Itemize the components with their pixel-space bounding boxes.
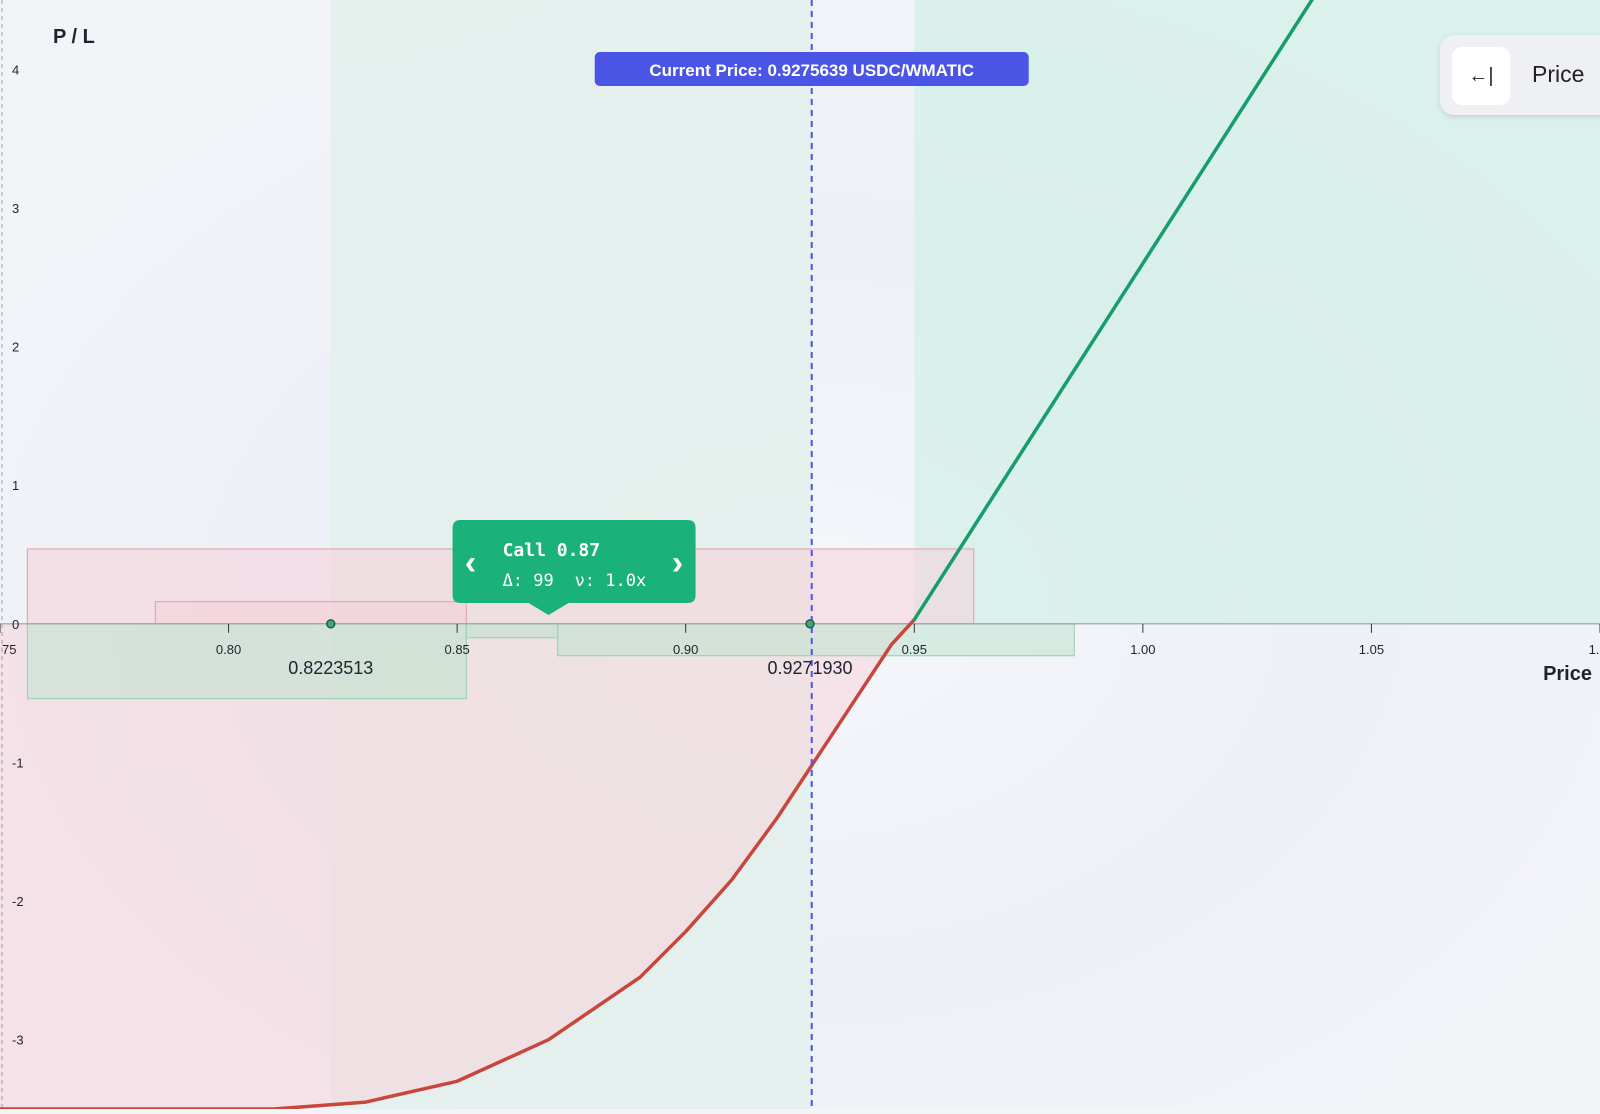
- price-marker-dot: [325, 619, 336, 629]
- y-tick-label: -2: [12, 894, 24, 909]
- arrow-left-bar-icon: ←|: [1468, 64, 1494, 87]
- current-price-label: Current Price: 0.9275639 USDC/WMATIC: [649, 61, 974, 80]
- chevron-right-icon[interactable]: ›: [672, 544, 683, 582]
- x-tick-label: 1.05: [1359, 642, 1384, 657]
- y-tick-label: 2: [12, 340, 19, 355]
- y-tick-label: 4: [12, 62, 19, 77]
- collapse-button[interactable]: ←|: [1452, 47, 1510, 105]
- chevron-left-icon[interactable]: ‹: [465, 544, 476, 582]
- chart-canvas: 75 0.80 0.85 0.90 0.95 1.00 1.05 1.43210-1-2-3 …: [0, 0, 1600, 1111]
- y-tick-label: -3: [12, 1033, 24, 1048]
- x-tick-label: 1.00: [1130, 642, 1155, 657]
- price-panel-tab[interactable]: ←| Price: [1440, 35, 1600, 115]
- price-marker-label: 0.8223513: [288, 658, 373, 678]
- strike-tooltip: [452, 520, 696, 615]
- tooltip-nu: ν: 1.0x: [575, 571, 647, 591]
- x-tick-label: 1.: [1589, 642, 1600, 657]
- y-axis-title: P / L: [53, 26, 95, 48]
- position-range-box: [154, 601, 467, 625]
- position-range-box: [557, 623, 1075, 657]
- price-tab-label: Price: [1532, 61, 1585, 87]
- y-tick-label: 0: [12, 617, 19, 632]
- tooltip-title: Call 0.87: [503, 540, 601, 561]
- x-tick-label: 75: [2, 642, 16, 657]
- pl-chart: 75 0.80 0.85 0.90 0.95 1.00 1.05 1. 4 3 2 1 0 -1 -2 -3 …: [0, 0, 1600, 1111]
- x-tick-label: 0.85: [444, 642, 469, 657]
- x-axis-title: Price: [1543, 663, 1592, 685]
- tooltip-delta: Δ: 99: [503, 571, 554, 591]
- price-marker-dot: [805, 619, 815, 629]
- x-tick-label: 0.90: [673, 642, 698, 657]
- price-marker-label: 0.9271930: [767, 658, 852, 678]
- x-tick-label: 0.80: [216, 642, 241, 657]
- y-tick-label: 1: [12, 478, 19, 493]
- position-range-box: [26, 623, 467, 700]
- y-tick-label: -1: [12, 755, 24, 770]
- y-tick-label: 3: [12, 201, 19, 216]
- x-tick-label: 0.95: [902, 642, 927, 657]
- position-range-box: [465, 623, 559, 639]
